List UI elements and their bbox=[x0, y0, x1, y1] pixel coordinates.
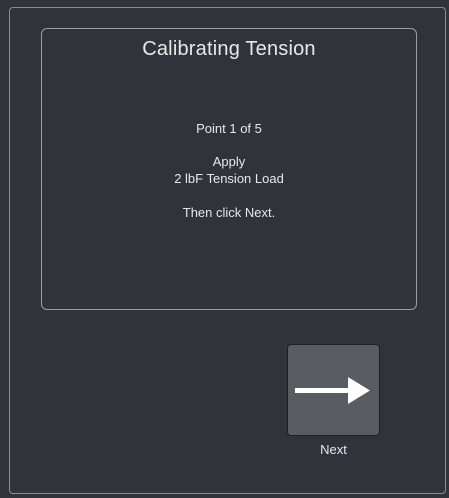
next-button-label[interactable]: Next bbox=[287, 442, 380, 457]
arrow-right-icon bbox=[295, 377, 370, 404]
point-progress-text: Point 1 of 5 bbox=[196, 121, 262, 136]
instruction-panel: Calibrating Tension Point 1 of 5 Apply 2… bbox=[41, 28, 417, 310]
panel-title: Calibrating Tension bbox=[142, 38, 316, 60]
instruction-text: Then click Next. bbox=[182, 205, 276, 220]
tension-load-text: 2 lbF Tension Load bbox=[174, 171, 284, 186]
apply-text: Apply bbox=[212, 154, 246, 169]
next-button[interactable] bbox=[287, 344, 380, 436]
calibration-window: Calibrating Tension Point 1 of 5 Apply 2… bbox=[0, 0, 449, 498]
